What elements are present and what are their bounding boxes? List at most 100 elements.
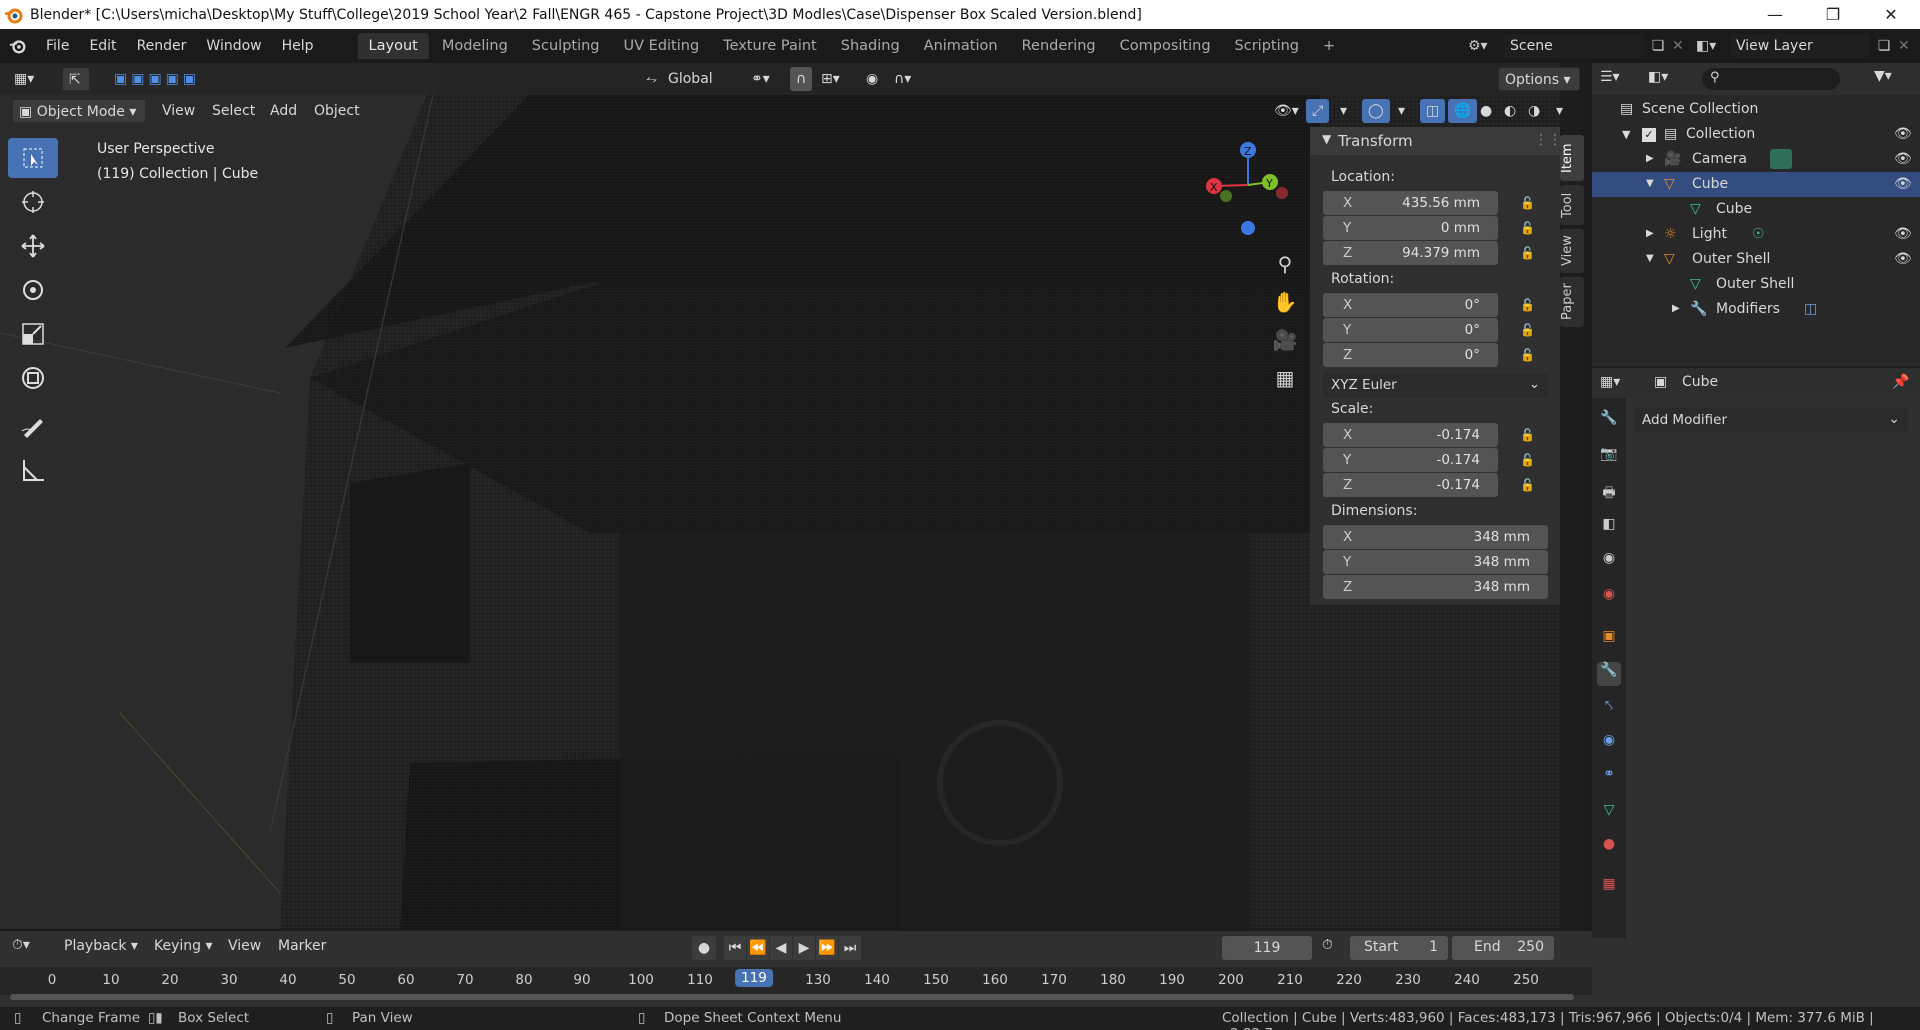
menu-window[interactable]: Window [196,38,271,54]
tab-texture-paint[interactable]: Texture Paint [712,33,828,59]
eye-icon[interactable]: 👁 [1894,251,1912,267]
modifiers-tab-icon[interactable]: 🔧 [1597,662,1621,686]
outliner-row-modifiers[interactable]: ▶ 🔧 Modifiers ◫ [1592,297,1920,322]
tab-uv-editing[interactable]: UV Editing [613,33,711,59]
jump-keyframe-forward-icon[interactable]: ⏩ [816,936,838,960]
menu-playback[interactable]: Playback ▾ [64,938,138,954]
menu-timeline-view[interactable]: View [228,938,261,954]
menu-add[interactable]: Add [264,99,303,123]
snap-target-icon[interactable]: ⊞▾ [815,67,846,91]
outliner-row-camera[interactable]: ▶ 🎥 Camera 👁 [1592,147,1920,172]
play-reverse-icon[interactable]: ◀ [770,936,792,960]
lock-rotation-z-icon[interactable]: 🔓 [1520,348,1535,362]
texture-tab-icon[interactable]: ▦ [1597,876,1621,900]
solid-shading-icon[interactable]: ● [1474,99,1498,123]
expand-arrow-icon[interactable]: ▼ [1646,178,1654,189]
stopwatch-icon[interactable]: ⏱ [1322,937,1333,953]
tab-animation[interactable]: Animation [913,33,1009,59]
pan-hand-icon[interactable]: ✋ [1270,283,1300,321]
expand-arrow-icon[interactable]: ▶ [1646,228,1654,239]
rotation-z-field[interactable]: Z 0° [1323,343,1498,367]
new-scene-icon[interactable]: ❏ [1644,38,1672,54]
expand-arrow-icon[interactable]: ▶ [1672,303,1680,314]
dimensions-z-field[interactable]: Z 348 mm [1323,575,1548,599]
menu-render[interactable]: Render [127,38,197,54]
play-icon[interactable]: ▶ [793,936,815,960]
end-frame-field[interactable]: End 250 [1452,936,1554,960]
transform-orientation-icon[interactable]: ⥊ [640,67,663,91]
tab-compositing[interactable]: Compositing [1109,33,1222,59]
scale-x-field[interactable]: X -0.174 [1323,423,1498,447]
scale-y-field[interactable]: Y -0.174 [1323,448,1498,472]
menu-file[interactable]: File [36,38,79,54]
output-tab-icon[interactable]: 🖶 [1597,482,1621,506]
rotation-x-field[interactable]: X 0° [1323,293,1498,317]
falloff-icon[interactable]: ∩▾ [888,67,917,91]
menu-view[interactable]: View [156,99,201,123]
jump-start-icon[interactable]: ⏮ [724,936,746,960]
lock-rotation-x-icon[interactable]: 🔓 [1520,298,1535,312]
tab-scripting[interactable]: Scripting [1224,33,1310,59]
expand-arrow-icon[interactable]: ▶ [1646,153,1654,164]
scale-z-field[interactable]: Z -0.174 [1323,473,1498,497]
outliner-row-collection[interactable]: ▼ ✓ ▤ Collection 👁 [1592,122,1920,147]
material-shading-icon[interactable]: ◐ [1498,99,1522,123]
location-y-field[interactable]: Y0 mm [1323,216,1498,240]
dimensions-x-field[interactable]: X 348 mm [1323,525,1548,549]
menu-help[interactable]: Help [272,38,324,54]
remove-view-layer-icon[interactable]: ✕ [1898,38,1920,54]
modifier-boolean-icon[interactable]: ◫ [1804,301,1817,317]
eye-icon[interactable]: 👁 [1894,151,1912,167]
tab-tool[interactable]: Tool [1560,185,1584,225]
remove-scene-icon[interactable]: ✕ [1672,38,1696,54]
options-dropdown[interactable]: Options ▾ [1498,67,1580,91]
tab-rendering[interactable]: Rendering [1011,33,1107,59]
outliner-row-light[interactable]: ▶ ☼ Light ☉ 👁 [1592,222,1920,247]
tab-modeling[interactable]: Modeling [431,33,519,59]
scene-selector-icon[interactable]: ⚙▾ [1468,38,1504,54]
pivot-point-icon[interactable]: ⚭▾ [745,67,776,91]
menu-object[interactable]: Object [308,99,366,123]
jump-keyframe-back-icon[interactable]: ⏪ [747,936,769,960]
panel-drag-handle-icon[interactable]: ⋮⋮ [1534,132,1562,148]
rotation-y-field[interactable]: Y 0° [1323,318,1498,342]
zoom-icon[interactable]: ⚲ [1270,245,1300,283]
tab-shading[interactable]: Shading [830,33,911,59]
expand-arrow-icon[interactable]: ▼ [1622,128,1630,141]
outliner-row-outer-shell[interactable]: ▼ ▽ Outer Shell 👁 [1592,247,1920,272]
world-tab-icon[interactable]: ◉ [1597,586,1621,610]
blender-menu-icon[interactable] [0,37,36,55]
navigation-gizmo[interactable]: Z X Y [1196,138,1296,243]
annotate-tool-icon[interactable] [8,406,58,446]
overlays-dropdown-icon[interactable]: ▾ [1392,99,1411,123]
location-z-field[interactable]: Z 94.379 mm [1323,241,1498,265]
camera-view-icon[interactable]: 🎥 [1270,321,1300,359]
select-tool-icon[interactable]: ⇱ [62,67,90,91]
proportional-edit-icon[interactable]: ◉ [860,67,884,91]
outliner-row-scene-collection[interactable]: ▤ Scene Collection [1592,97,1920,122]
overlays-icon[interactable]: ◯ [1362,99,1390,123]
maximize-icon[interactable]: ❐ [1804,5,1862,24]
checkbox-icon[interactable]: ✓ [1642,128,1656,142]
select-box-tool-icon[interactable] [8,138,58,178]
rotation-mode-dropdown[interactable]: XYZ Euler ⌄ [1323,373,1548,397]
editor-type-icon[interactable]: ▦▾ [8,67,40,91]
transform-orientation[interactable]: Global [662,67,719,91]
outliner-row-cube[interactable]: ▼ ▽ Cube 👁 [1592,172,1920,197]
material-tab-icon[interactable]: ● [1597,836,1621,860]
transform-panel-title[interactable]: Transform [1338,132,1413,150]
scene-tab-icon[interactable]: ◉ [1597,550,1621,574]
outliner-row-cube-mesh[interactable]: ▽ Cube [1592,197,1920,222]
filter-icon[interactable]: ▼▾ [1874,68,1892,84]
menu-edit[interactable]: Edit [79,38,126,54]
dimensions-y-field[interactable]: Y 348 mm [1323,550,1548,574]
expand-arrow-icon[interactable]: ▼ [1646,253,1654,264]
shading-dropdown-icon[interactable]: ▾ [1550,99,1569,123]
tab-item[interactable]: Item [1560,135,1584,181]
tab-paper[interactable]: Paper [1560,277,1584,327]
data-tab-icon[interactable]: ▽ [1597,802,1621,826]
scene-name[interactable]: Scene [1504,34,1644,58]
transform-panel-toggle-icon[interactable]: ▼ [1322,132,1331,146]
scale-tool-icon[interactable] [8,314,58,354]
location-x-field[interactable]: X 435.56 mm [1323,191,1498,215]
